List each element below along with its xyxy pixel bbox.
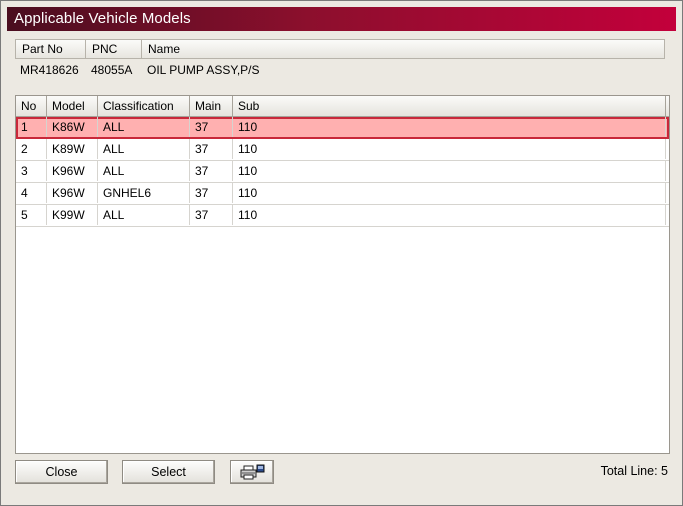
cell-model: K96W — [47, 183, 98, 203]
table-row[interactable]: 4 K96W GNHEL6 37 110 — [16, 183, 669, 205]
cell-sub: 110 — [233, 183, 666, 203]
select-button[interactable]: Select — [122, 460, 215, 484]
cell-classification: GNHEL6 — [98, 183, 190, 203]
col-classification-header[interactable]: Classification — [98, 96, 190, 116]
cell-classification: ALL — [98, 139, 190, 159]
col-sub-header[interactable]: Sub — [233, 96, 666, 116]
window-title: Applicable Vehicle Models — [14, 10, 191, 27]
total-line-count: Total Line: 5 — [600, 464, 668, 478]
part-info-header: Part No PNC Name — [15, 39, 665, 59]
cell-no: 4 — [16, 183, 47, 203]
vehicle-models-grid[interactable]: No Model Classification Main Sub 1 K86W … — [15, 95, 670, 454]
title-bar[interactable]: Applicable Vehicle Models — [7, 7, 676, 31]
table-row[interactable]: 5 K99W ALL 37 110 — [16, 205, 669, 227]
col-main-header[interactable]: Main — [190, 96, 233, 116]
col-model-header[interactable]: Model — [47, 96, 98, 116]
col-no-header[interactable]: No — [16, 96, 47, 116]
name-header: Name — [148, 42, 181, 56]
cell-sub: 110 — [233, 117, 666, 137]
cell-no: 5 — [16, 205, 47, 225]
print-button[interactable] — [230, 460, 274, 484]
cell-classification: ALL — [98, 205, 190, 225]
pnc-value: 48055A — [91, 63, 133, 77]
cell-classification: ALL — [98, 117, 190, 137]
part-info-values: MR418626 48055A OIL PUMP ASSY,P/S — [15, 59, 665, 81]
cell-model: K99W — [47, 205, 98, 225]
pnc-header: PNC — [86, 40, 142, 58]
table-row[interactable]: 3 K96W ALL 37 110 — [16, 161, 669, 183]
part-no-value: MR418626 — [20, 63, 79, 77]
cell-no: 2 — [16, 139, 47, 159]
printer-icon — [238, 463, 266, 481]
cell-main: 37 — [190, 183, 233, 203]
cell-model: K86W — [47, 117, 98, 137]
cell-model: K96W — [47, 161, 98, 181]
cell-main: 37 — [190, 161, 233, 181]
cell-main: 37 — [190, 205, 233, 225]
table-row-selected[interactable]: 1 K86W ALL 37 110 — [16, 117, 669, 139]
cell-no: 3 — [16, 161, 47, 181]
cell-model: K89W — [47, 139, 98, 159]
cell-sub: 110 — [233, 205, 666, 225]
cell-classification: ALL — [98, 161, 190, 181]
cell-sub: 110 — [233, 161, 666, 181]
cell-no: 1 — [16, 117, 47, 137]
grid-header: No Model Classification Main Sub — [16, 96, 669, 117]
cell-main: 37 — [190, 117, 233, 137]
table-row[interactable]: 2 K89W ALL 37 110 — [16, 139, 669, 161]
applicable-vehicle-models-window: Applicable Vehicle Models Part No PNC Na… — [0, 0, 683, 506]
part-info-table: Part No PNC Name MR418626 48055A OIL PUM… — [15, 39, 665, 81]
name-value: OIL PUMP ASSY,P/S — [147, 63, 260, 77]
part-no-header: Part No — [16, 40, 86, 58]
cell-sub: 110 — [233, 139, 666, 159]
cell-main: 37 — [190, 139, 233, 159]
close-button[interactable]: Close — [15, 460, 108, 484]
